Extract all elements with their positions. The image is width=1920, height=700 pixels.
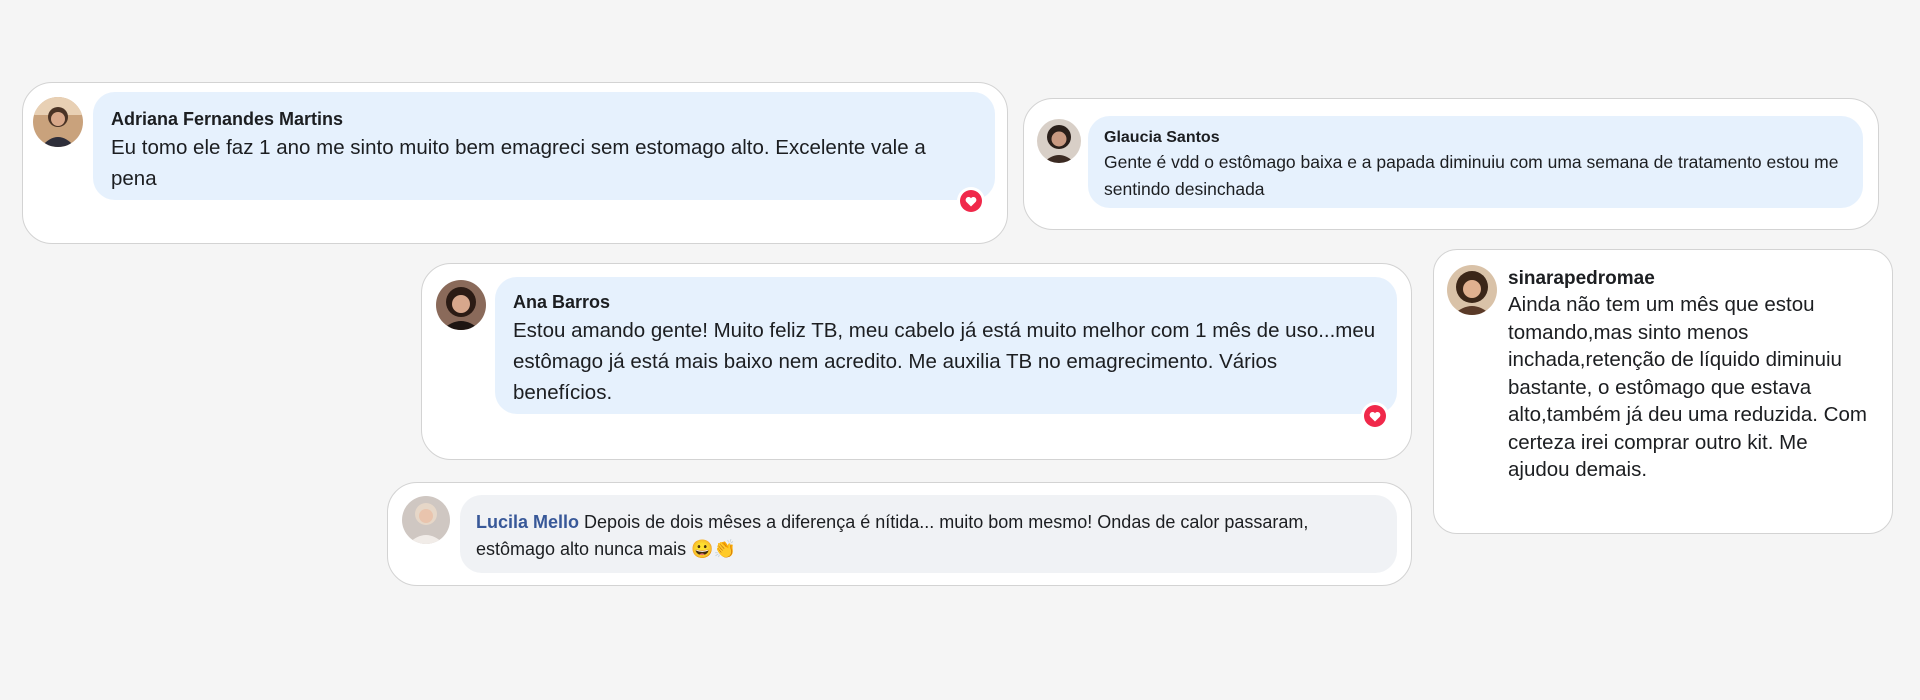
commenter-name[interactable]: Adriana Fernandes Martins [111, 107, 977, 131]
comment-text: Gente é vdd o estômago baixa e a papada … [1104, 152, 1839, 199]
comment-card-glaucia: Glaucia Santos Gente é vdd o estômago ba… [1023, 98, 1879, 230]
comment-content: sinarapedromae Ainda não tem um mês que … [1508, 266, 1874, 484]
heart-icon [965, 196, 977, 207]
heart-icon [1369, 411, 1381, 422]
comment-card-lucila: Lucila Mello Depois de dois mêses a dife… [387, 482, 1412, 586]
like-reaction[interactable] [1361, 402, 1389, 430]
comment-card-adriana: Adriana Fernandes Martins Eu tomo ele fa… [22, 82, 1008, 244]
emoji-reactions: 😀👏 [691, 539, 736, 559]
user-avatar-icon [1447, 265, 1497, 315]
comment-text: Ainda não tem um mês que estou tomando,m… [1508, 293, 1867, 481]
comment-card-sinarapedromae: sinarapedromae Ainda não tem um mês que … [1433, 249, 1893, 534]
commenter-name[interactable]: Lucila Mello [476, 512, 579, 532]
comment-body: Depois de dois mêses a diferença é nítid… [476, 512, 1309, 559]
like-reaction[interactable] [957, 187, 985, 215]
comment-text: Estou amando gente! Muito feliz TB, meu … [513, 319, 1376, 404]
comment-bubble: Lucila Mello Depois de dois mêses a dife… [460, 495, 1397, 573]
comment-bubble: Adriana Fernandes Martins Eu tomo ele fa… [93, 92, 995, 200]
user-avatar-icon [33, 97, 83, 147]
commenter-name[interactable]: Ana Barros [513, 290, 1379, 314]
comment-bubble: Ana Barros Estou amando gente! Muito fel… [495, 277, 1397, 414]
avatar[interactable] [402, 496, 450, 544]
avatar[interactable] [33, 97, 83, 147]
user-avatar-icon [436, 280, 486, 330]
comment-text: Lucila Mello Depois de dois mêses a dife… [476, 509, 1381, 563]
comment-card-ana: Ana Barros Estou amando gente! Muito fel… [421, 263, 1412, 460]
comment-bubble: Glaucia Santos Gente é vdd o estômago ba… [1088, 116, 1863, 208]
avatar[interactable] [1037, 119, 1081, 163]
avatar[interactable] [436, 280, 486, 330]
commenter-name[interactable]: Glaucia Santos [1104, 127, 1847, 149]
avatar[interactable] [1447, 265, 1497, 315]
user-avatar-icon [402, 496, 450, 544]
comment-text: Eu tomo ele faz 1 ano me sinto muito bem… [111, 136, 926, 190]
commenter-name[interactable]: sinarapedromae [1508, 266, 1874, 291]
user-avatar-icon [1037, 119, 1081, 163]
